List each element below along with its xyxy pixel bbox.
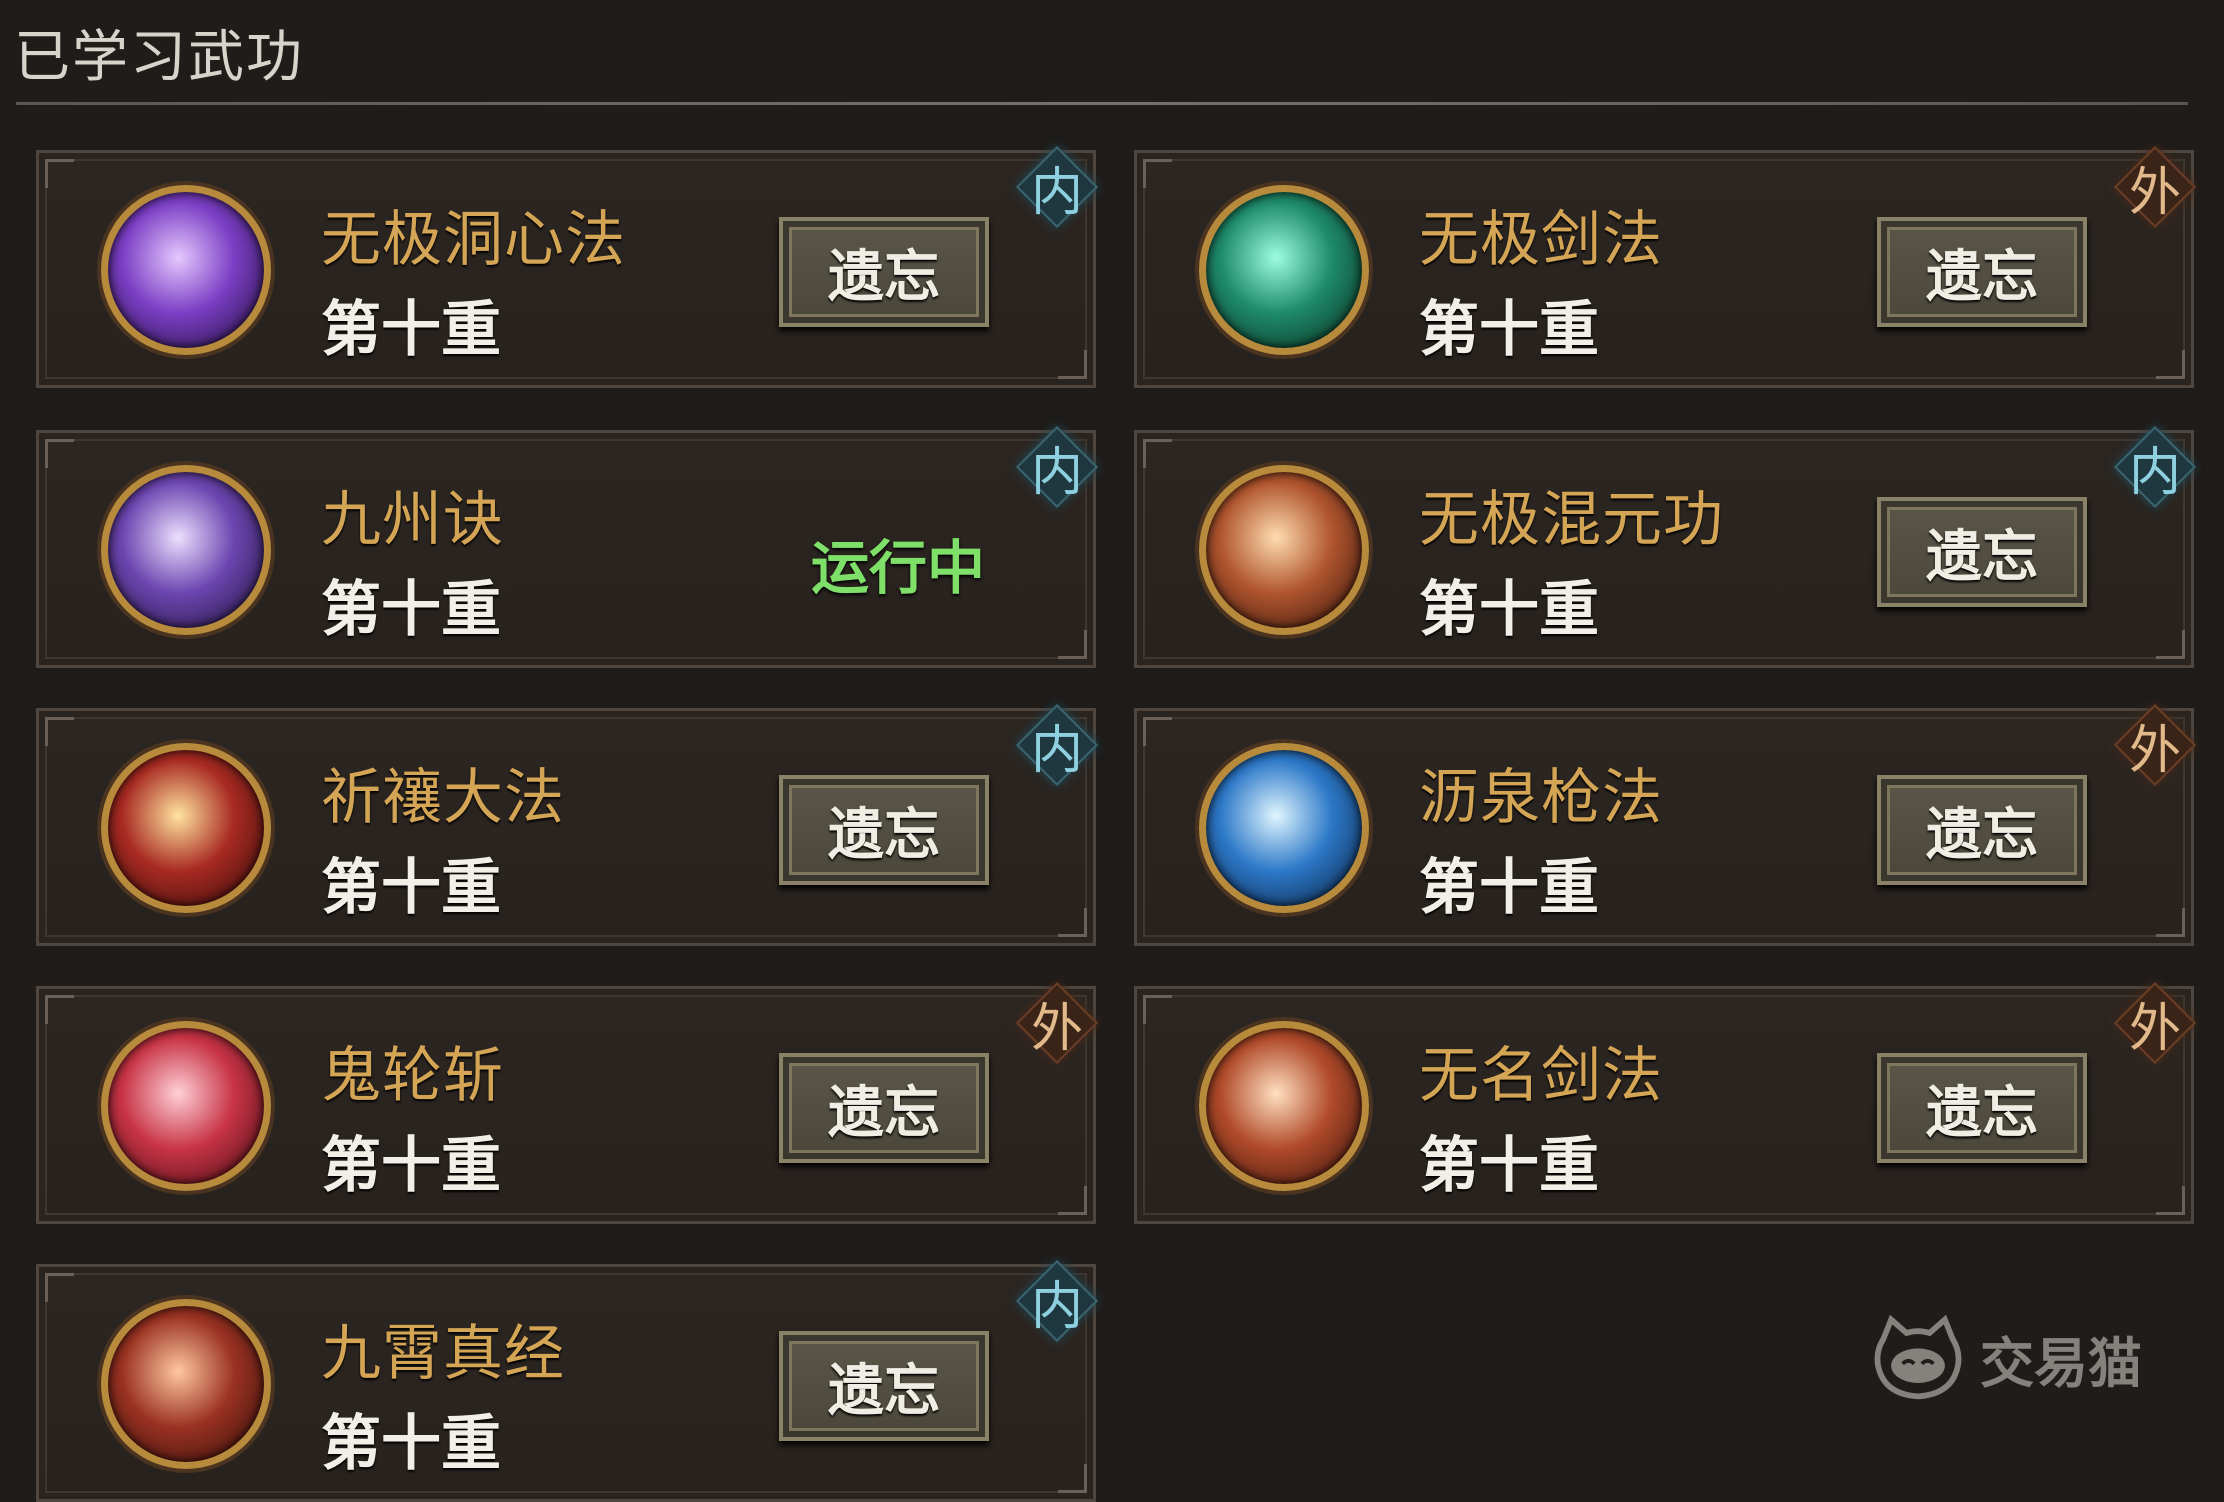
skill-name: 沥泉枪法 bbox=[1419, 763, 1663, 833]
skill-card: 鬼轮斩 第十重 遗忘 外 bbox=[36, 981, 1099, 1224]
forget-button[interactable]: 遗忘 bbox=[779, 1053, 989, 1163]
skill-name: 无极混元功 bbox=[1419, 485, 1724, 555]
forget-button[interactable]: 遗忘 bbox=[1877, 1053, 2087, 1163]
header-divider bbox=[16, 102, 2188, 105]
skill-level: 第十重 bbox=[1419, 575, 1599, 645]
skill-icon bbox=[101, 1021, 271, 1191]
running-status: 运行中 bbox=[811, 534, 986, 602]
skill-level: 第十重 bbox=[321, 295, 501, 365]
skill-card: 九州诀 第十重 运行中 内 bbox=[36, 425, 1099, 668]
skill-level: 第十重 bbox=[321, 1131, 501, 1201]
skill-card: 祈禳大法 第十重 遗忘 内 bbox=[36, 703, 1099, 946]
skill-list: 无极洞心法 第十重 遗忘 内 无极剑法 第十重 遗忘 外 九州诀 第十重 运行中… bbox=[36, 145, 2197, 1502]
skill-level: 第十重 bbox=[321, 1409, 501, 1479]
inner-type-badge: 内 bbox=[2113, 425, 2197, 509]
forget-button[interactable]: 遗忘 bbox=[779, 1331, 989, 1441]
skill-icon bbox=[101, 743, 271, 913]
forget-button[interactable]: 遗忘 bbox=[779, 217, 989, 327]
skill-icon bbox=[101, 465, 271, 635]
inner-type-badge: 内 bbox=[1015, 145, 1099, 229]
skill-card: 九霄真经 第十重 遗忘 内 bbox=[36, 1259, 1099, 1502]
skill-icon bbox=[101, 1299, 271, 1469]
skill-name: 九州诀 bbox=[321, 485, 504, 555]
skill-icon bbox=[1199, 743, 1369, 913]
skill-card: 沥泉枪法 第十重 遗忘 外 bbox=[1134, 703, 2197, 946]
skill-card: 无名剑法 第十重 遗忘 外 bbox=[1134, 981, 2197, 1224]
skill-level: 第十重 bbox=[1419, 295, 1599, 365]
skill-name: 无极洞心法 bbox=[321, 205, 626, 275]
forget-button[interactable]: 遗忘 bbox=[1877, 775, 2087, 885]
skill-card: 无极洞心法 第十重 遗忘 内 bbox=[36, 145, 1099, 388]
skill-level: 第十重 bbox=[321, 853, 501, 923]
skill-icon bbox=[101, 185, 271, 355]
skill-icon bbox=[1199, 1021, 1369, 1191]
skill-name: 鬼轮斩 bbox=[321, 1041, 504, 1111]
outer-type-badge: 外 bbox=[2113, 145, 2197, 229]
outer-type-badge: 外 bbox=[1015, 981, 1099, 1065]
skill-name: 祈禳大法 bbox=[321, 763, 565, 833]
skill-name: 无名剑法 bbox=[1419, 1041, 1663, 1111]
skill-name: 无极剑法 bbox=[1419, 205, 1663, 275]
skill-icon bbox=[1199, 185, 1369, 355]
skill-card: 无极剑法 第十重 遗忘 外 bbox=[1134, 145, 2197, 388]
inner-type-badge: 内 bbox=[1015, 703, 1099, 787]
watermark-text: 交易猫 bbox=[1980, 1331, 2142, 1395]
forget-button[interactable]: 遗忘 bbox=[779, 775, 989, 885]
inner-type-badge: 内 bbox=[1015, 1259, 1099, 1343]
outer-type-badge: 外 bbox=[2113, 981, 2197, 1065]
skill-card: 无极混元功 第十重 遗忘 内 bbox=[1134, 425, 2197, 668]
skill-level: 第十重 bbox=[1419, 853, 1599, 923]
skill-level: 第十重 bbox=[1419, 1131, 1599, 1201]
watermark: 交易猫 bbox=[1870, 1308, 2142, 1408]
skill-icon bbox=[1199, 465, 1369, 635]
inner-type-badge: 内 bbox=[1015, 425, 1099, 509]
skill-level: 第十重 bbox=[321, 575, 501, 645]
outer-type-badge: 外 bbox=[2113, 703, 2197, 787]
forget-button[interactable]: 遗忘 bbox=[1877, 497, 2087, 607]
section-title: 已学习武功 bbox=[14, 25, 304, 90]
forget-button[interactable]: 遗忘 bbox=[1877, 217, 2087, 327]
cat-logo-icon bbox=[1874, 1314, 1962, 1400]
skill-name: 九霄真经 bbox=[321, 1319, 565, 1389]
